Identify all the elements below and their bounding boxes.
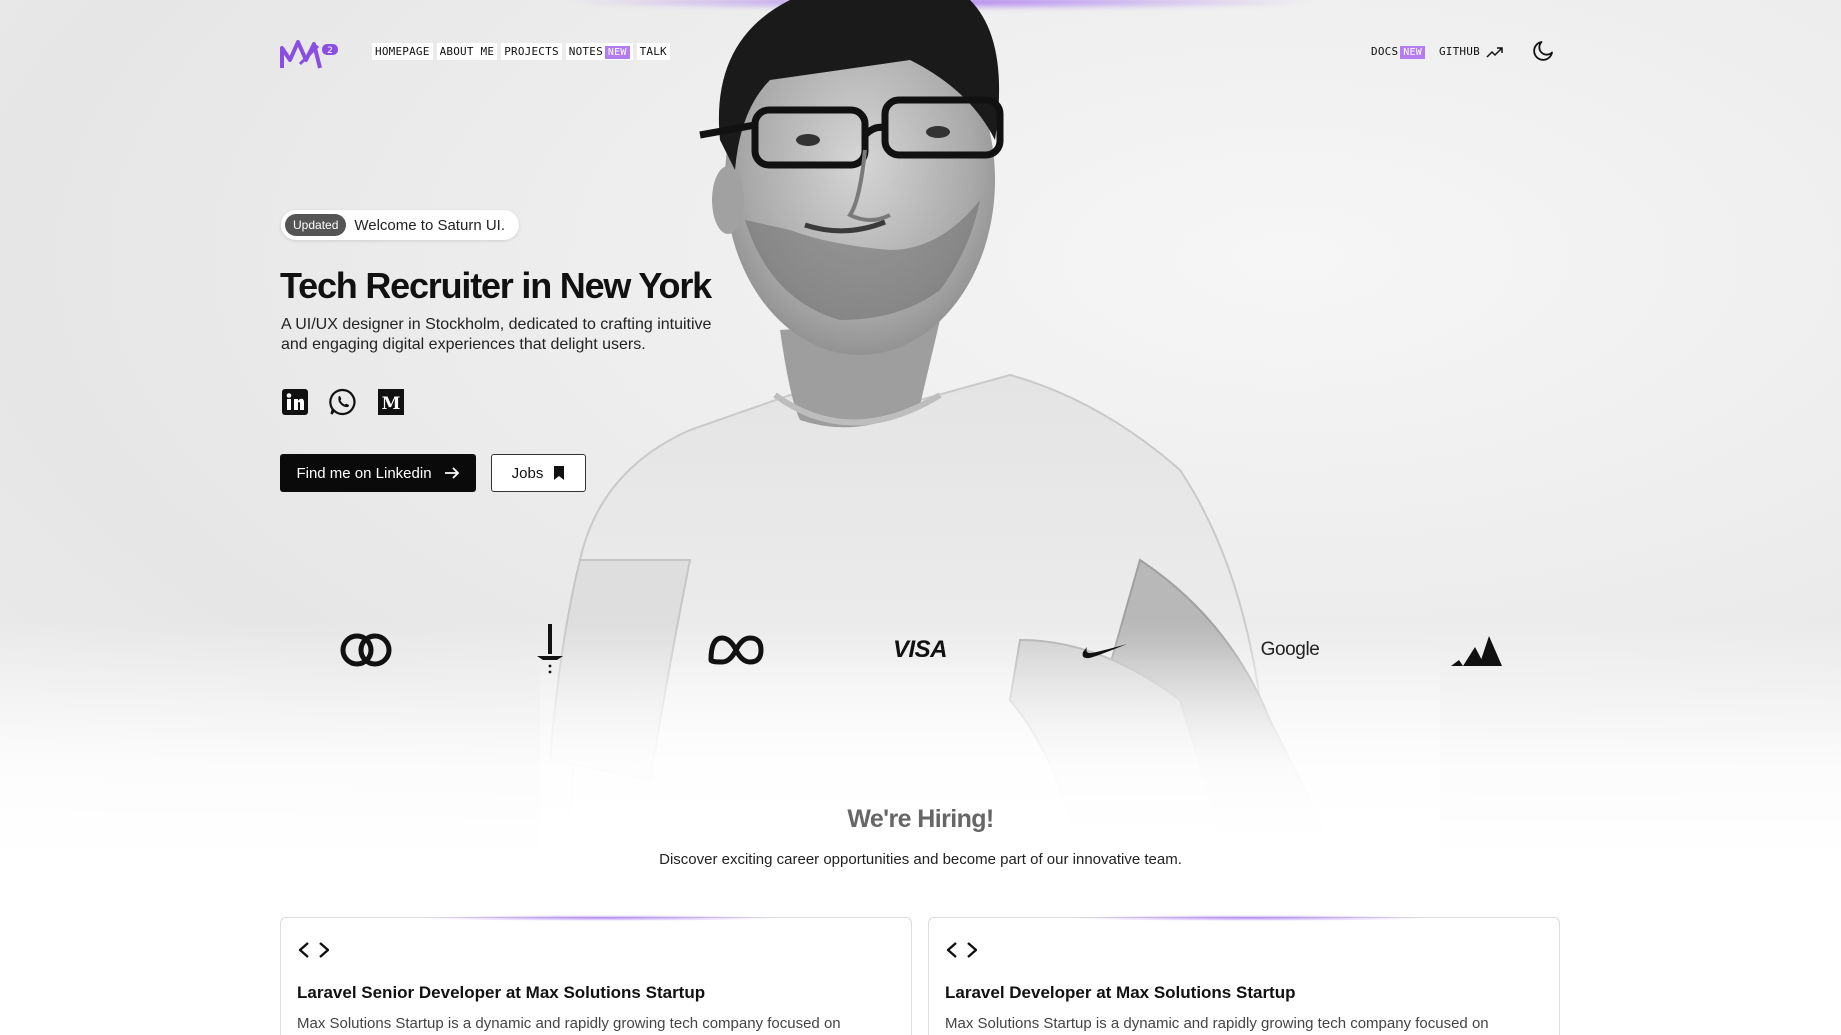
job-description: Max Solutions Startup is a dynamic and r… — [945, 1015, 1489, 1032]
job-card[interactable]: Laravel Developer at Max Solutions Start… — [928, 915, 1560, 1035]
nav-github-label: GITHUB — [1438, 45, 1480, 58]
mastercard-logo — [336, 620, 396, 680]
find-me-on-linkedin-button[interactable]: Find me on Linkedin — [280, 454, 476, 492]
social-links: M — [281, 388, 405, 416]
google-logo: Google — [1260, 639, 1320, 660]
job-card[interactable]: Laravel Senior Developer at Max Solution… — [280, 915, 912, 1035]
visa-logo: VISA — [892, 636, 948, 663]
pill-tag: Updated — [285, 214, 347, 236]
moon-icon[interactable] — [1532, 38, 1556, 62]
nav-right: DOCS NEW GITHUB — [1368, 43, 1507, 60]
nav-item-projects[interactable]: PROJECTS — [501, 43, 562, 60]
brand-logos: VISA Google — [0, 620, 1841, 680]
jobs-button-label: Jobs — [511, 464, 544, 482]
arrow-right-icon — [444, 467, 459, 479]
job-description: Max Solutions Startup is a dynamic and r… — [297, 1015, 841, 1032]
code-icon — [298, 942, 330, 958]
hiring-title: We're Hiring! — [847, 805, 994, 833]
nav-docs-label: DOCS — [1371, 45, 1399, 58]
whatsapp-icon[interactable] — [329, 388, 357, 416]
bookmark-icon — [554, 466, 565, 480]
notes-new-badge: NEW — [604, 46, 630, 59]
nav-item-talk[interactable]: TALK — [636, 43, 670, 60]
adidas-logo — [1448, 620, 1504, 680]
card-glow — [1069, 915, 1429, 921]
hero-description: A UI/UX designer in Stockholm, dedicated… — [281, 316, 712, 353]
svg-text:M: M — [382, 394, 401, 414]
announcement-pill[interactable]: Updated Welcome to Saturn UI. — [281, 210, 519, 240]
nav-github-link[interactable]: GITHUB — [1436, 43, 1507, 60]
logo-badge: 2 — [327, 46, 333, 56]
tesla-like-logo — [530, 620, 570, 680]
trending-up-icon — [1486, 46, 1503, 58]
meta-logo — [704, 620, 768, 680]
docs-new-badge: NEW — [1400, 46, 1425, 59]
main-nav: HOMEPAGE ABOUT ME PROJECTS NOTES NEW TALK — [372, 43, 670, 60]
nike-logo — [1080, 620, 1130, 680]
nav-item-notes[interactable]: NOTES NEW — [565, 43, 633, 60]
nav-item-homepage[interactable]: HOMEPAGE — [372, 43, 433, 60]
job-title: Laravel Developer at Max Solutions Start… — [945, 983, 1296, 1002]
job-title: Laravel Senior Developer at Max Solution… — [297, 983, 706, 1002]
medium-icon[interactable]: M — [377, 388, 405, 416]
page-title: Tech Recruiter in New York — [280, 265, 712, 306]
code-icon — [946, 942, 978, 958]
card-glow — [421, 915, 781, 921]
pill-text: Welcome to Saturn UI. — [354, 216, 505, 234]
nav-item-notes-label: NOTES — [568, 45, 603, 58]
jobs-button[interactable]: Jobs — [491, 454, 586, 492]
hero-section — [0, 0, 1841, 860]
hiring-subtitle: Discover exciting career opportunities a… — [659, 851, 1182, 868]
primary-button-label: Find me on Linkedin — [296, 464, 432, 482]
nav-docs-link[interactable]: DOCS NEW — [1368, 43, 1428, 60]
site-logo[interactable]: 2 — [280, 34, 340, 74]
linkedin-icon[interactable] — [281, 388, 309, 416]
nav-item-about-me[interactable]: ABOUT ME — [436, 43, 498, 60]
